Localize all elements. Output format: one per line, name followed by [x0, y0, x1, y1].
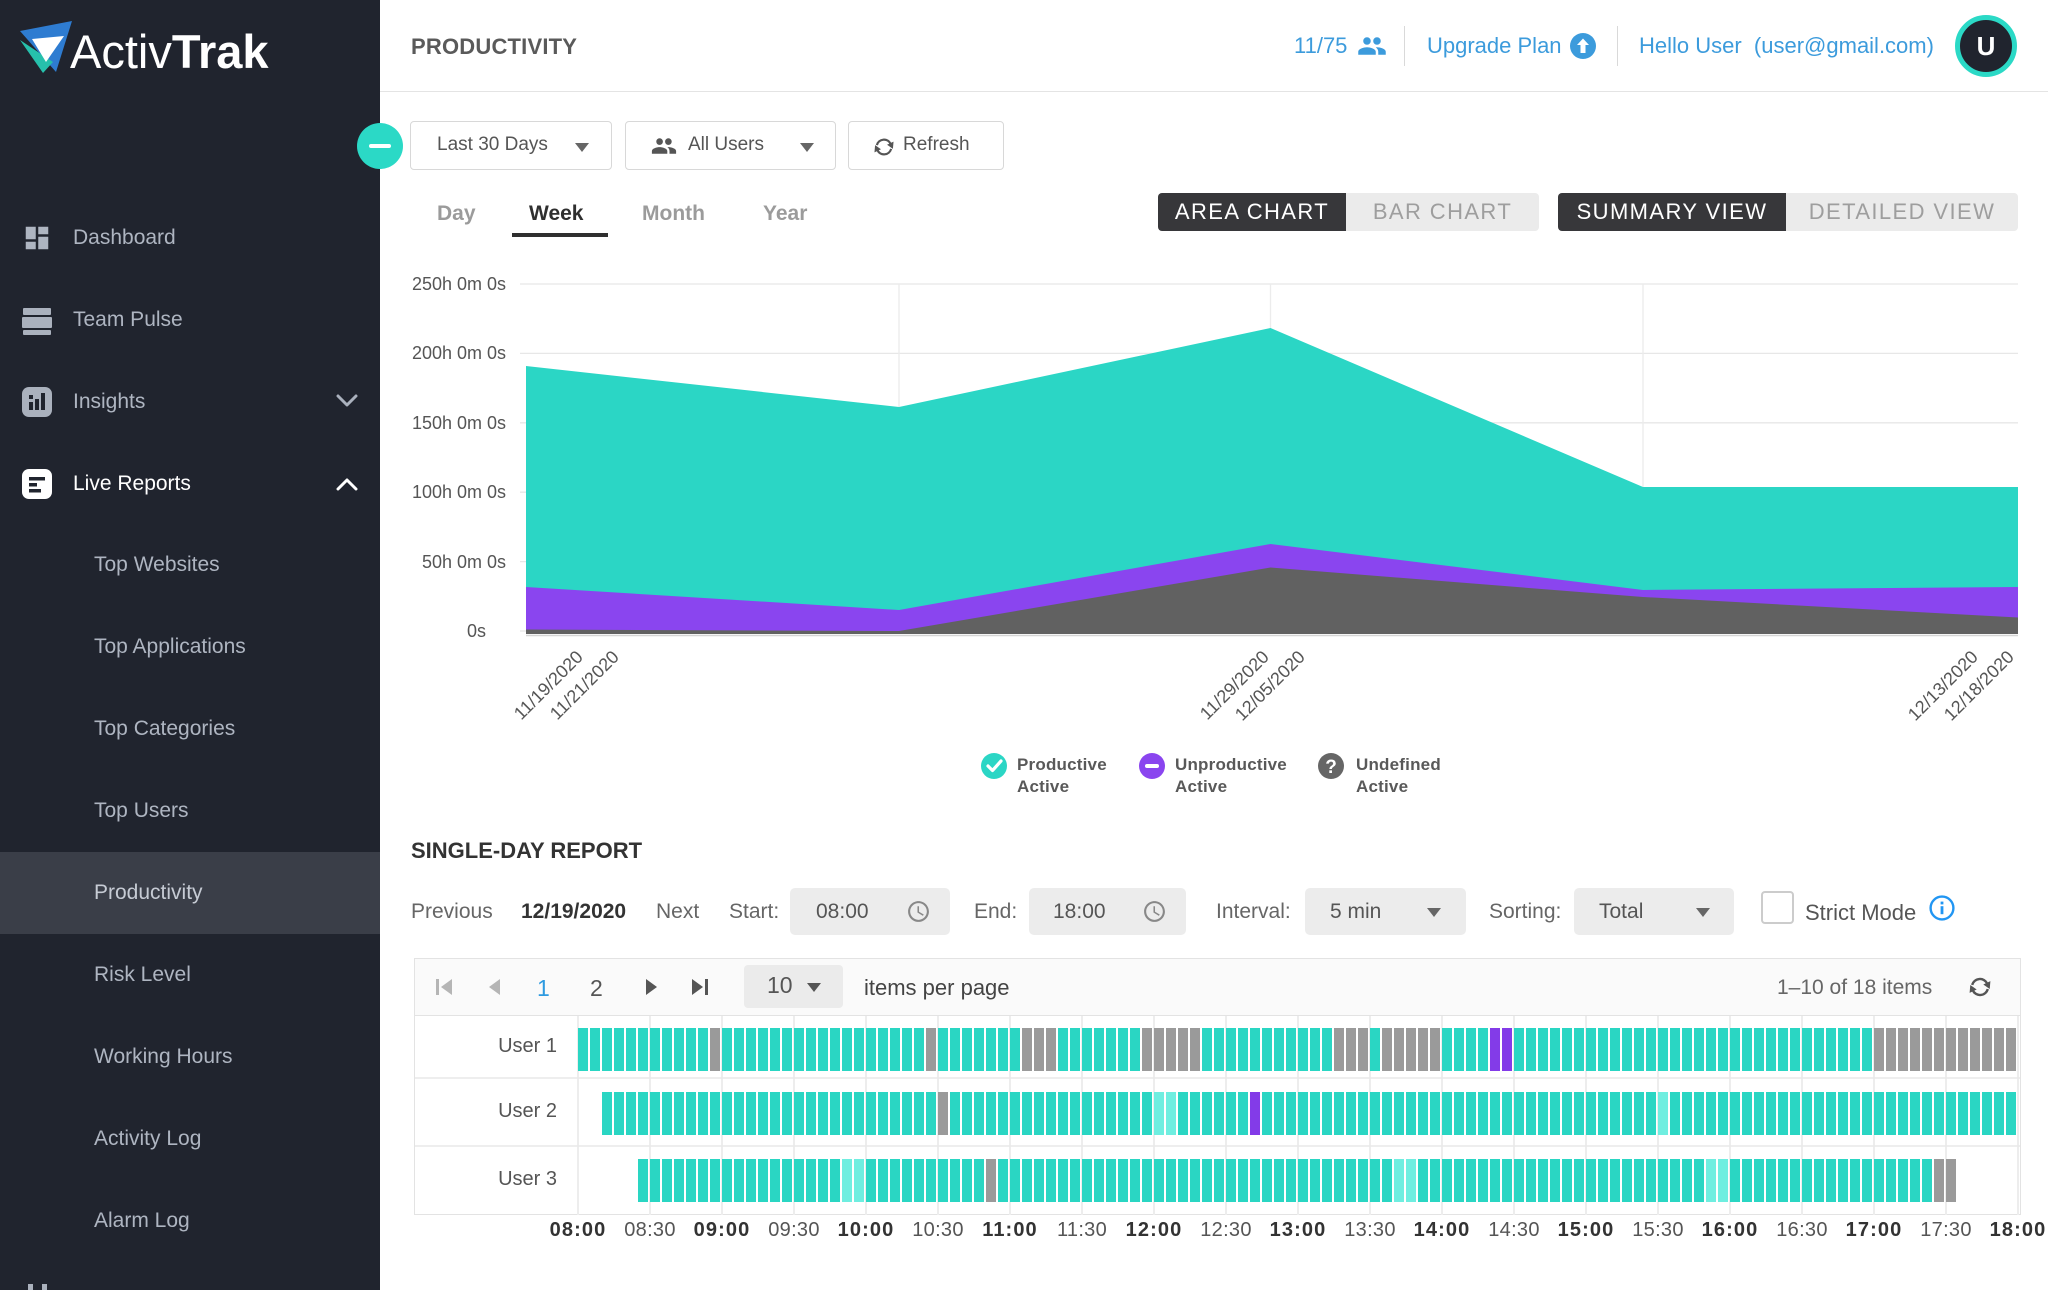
svg-text:250h 0m 0s: 250h 0m 0s	[412, 274, 506, 294]
svg-text:150h 0m 0s: 150h 0m 0s	[412, 413, 506, 433]
svg-text:2: 2	[590, 976, 603, 998]
svg-text:50h 0m 0s: 50h 0m 0s	[422, 552, 506, 572]
svg-text:?: ?	[1325, 757, 1337, 778]
svg-text:100h 0m 0s: 100h 0m 0s	[412, 482, 506, 502]
svg-text:0s: 0s	[467, 621, 486, 641]
svg-text:200h 0m 0s: 200h 0m 0s	[412, 343, 506, 363]
svg-text:1: 1	[537, 976, 550, 998]
